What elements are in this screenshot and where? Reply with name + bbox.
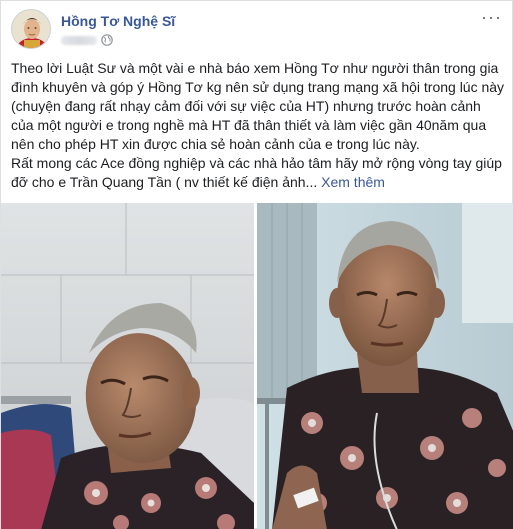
post-timestamp-blurred[interactable]: [61, 35, 97, 45]
author-avatar[interactable]: [11, 9, 51, 49]
avatar-image: [12, 10, 50, 48]
photo-right-image: [257, 203, 513, 529]
more-options-icon[interactable]: ···: [481, 8, 502, 26]
facebook-post: Hồng Tơ Nghệ Sĩ ··· Theo lời Luật Sư và …: [0, 0, 513, 529]
post-paragraph-2: Rất mong các Ace đồng nghiệp và các nhà …: [11, 154, 505, 192]
post-text: Theo lời Luật Sư và một vài e nhà báo xe…: [11, 59, 505, 192]
post-paragraph-2-text: Rất mong các Ace đồng nghiệp và các nhà …: [11, 155, 502, 190]
photo-left-image: [1, 203, 254, 529]
author-name[interactable]: Hồng Tơ Nghệ Sĩ: [61, 13, 175, 29]
see-more-link[interactable]: Xem thêm: [321, 174, 385, 190]
photo-right[interactable]: [257, 203, 513, 529]
globe-icon[interactable]: [101, 34, 113, 46]
photo-left[interactable]: [1, 203, 254, 529]
post-paragraph-1: Theo lời Luật Sư và một vài e nhà báo xe…: [11, 60, 505, 152]
post-meta: [61, 34, 113, 46]
photo-grid: [1, 203, 513, 529]
